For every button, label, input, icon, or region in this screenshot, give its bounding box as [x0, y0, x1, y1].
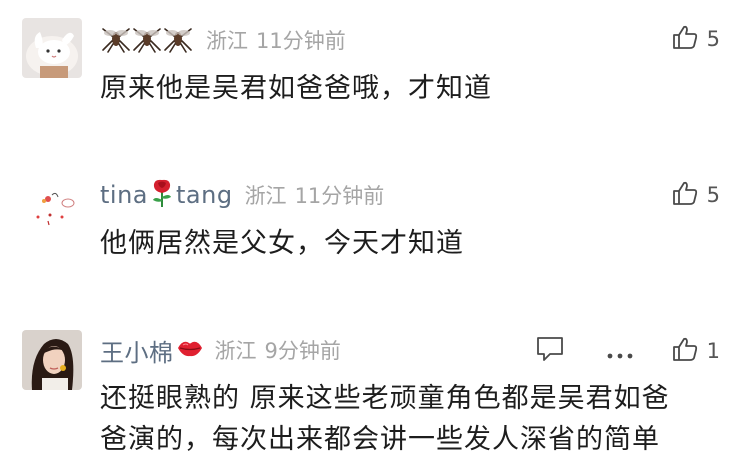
comment-content-line: 还挺眼熟的 原来这些老顽童角色都是吴君如爸: [100, 383, 670, 414]
reply-bubble-icon[interactable]: [536, 336, 564, 366]
kiss-lips-icon: [177, 337, 203, 363]
user-avatar-1[interactable]: [22, 18, 82, 78]
thumbs-up-icon: [672, 24, 698, 54]
comment-item-2: tina tang 浙江 11分钟前 他俩居然是父女，今天才知道 5: [0, 160, 748, 320]
comment-meta-3: 王小棉 浙江 9分钟前: [100, 333, 341, 367]
more-dots-icon[interactable]: [606, 345, 634, 364]
comment-meta-1: 浙江 11分钟前: [100, 23, 346, 57]
comment-time: 11分钟前: [294, 184, 385, 208]
comment-location: 浙江: [206, 29, 248, 53]
like-button-2[interactable]: 5: [672, 180, 720, 210]
mosquito-emoji-icon: [100, 23, 194, 57]
comment-time: 11分钟前: [256, 29, 346, 53]
like-button-3[interactable]: 1: [672, 336, 720, 366]
comment-item-1: 浙江 11分钟前 原来他是吴君如爸爸哦，才知道 5: [0, 0, 748, 160]
user-avatar-3[interactable]: [22, 330, 82, 390]
comment-location: 浙江: [214, 339, 257, 363]
thumbs-up-icon: [672, 336, 698, 366]
comment-time: 9分钟前: [264, 339, 341, 363]
comment-username-part2[interactable]: tang: [176, 181, 233, 209]
comment-content-2: 他俩居然是父女，今天才知道: [100, 228, 464, 259]
thumbs-up-icon: [672, 180, 698, 210]
comment-location: 浙江: [244, 184, 287, 208]
like-button-1[interactable]: 5: [672, 24, 720, 54]
like-count: 5: [706, 27, 720, 51]
avatar-decoration: [30, 204, 80, 234]
like-count: 5: [706, 183, 720, 207]
comment-content-line: 爸演的，每次出来都会讲一些发人深省的简单: [100, 424, 660, 455]
comment-meta-2: tina tang 浙江 11分钟前: [100, 178, 384, 212]
comment-username[interactable]: tina: [100, 181, 148, 209]
comment-content-1: 原来他是吴君如爸爸哦，才知道: [100, 73, 492, 104]
comment-content-3: 还挺眼熟的 原来这些老顽童角色都是吴君如爸 爸演的，每次出来都会讲一些发人深省的…: [100, 378, 670, 460]
like-count: 1: [706, 339, 720, 363]
comment-item-3: 王小棉 浙江 9分钟前 还挺眼熟的 原来这些老顽童角色都是吴君如爸 爸演的，每次…: [0, 320, 748, 455]
comment-username[interactable]: 王小棉: [100, 333, 174, 368]
rose-emoji-icon: [149, 178, 175, 212]
